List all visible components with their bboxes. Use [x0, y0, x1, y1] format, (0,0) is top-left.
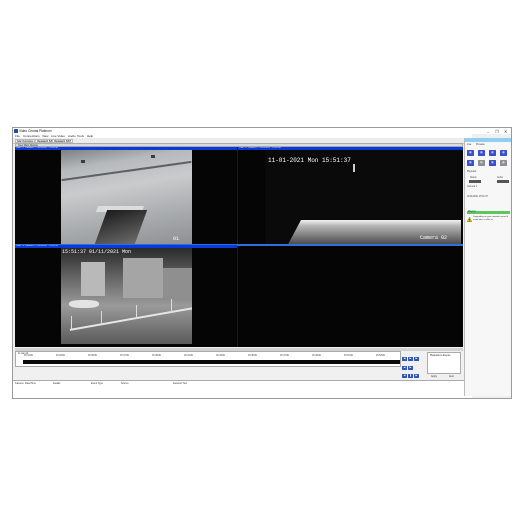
roof-ridge — [61, 160, 192, 182]
timeline-tick: 15:51:00 — [344, 355, 353, 357]
main-window: Video Central Platinum – ❐ ✕ File Connec… — [12, 127, 512, 399]
event-table: Camera Date/Time Details Event Type Sour… — [13, 380, 472, 398]
window-title: Video Central Platinum — [19, 129, 52, 134]
layout-custom-icon[interactable]: ▦ — [467, 160, 474, 166]
roof-vent — [151, 155, 155, 158]
playback-section-label: Playback — [467, 171, 477, 173]
audio-label: Audio — [497, 177, 503, 179]
antenna — [353, 164, 355, 172]
building — [123, 258, 163, 298]
app-logo-icon — [14, 129, 18, 133]
timeline-tick: 15:31:00 — [24, 355, 33, 357]
timeline-tick: 15:49:00 — [312, 355, 321, 357]
column-header[interactable]: Details — [53, 382, 60, 385]
column-header[interactable]: Camera — [15, 382, 24, 385]
playback-date: 11/01/2021 15:51:37 — [467, 196, 488, 198]
playback-to-events-label: Playback to Events — [430, 354, 451, 357]
building — [163, 268, 192, 298]
timeline-track[interactable] — [23, 360, 400, 364]
fence-post — [136, 305, 137, 319]
timeline-tick: 15:47:00 — [280, 355, 289, 357]
camera-2-timestamp: 11-01-2021 Mon 15:51:37 — [268, 157, 351, 164]
camera-3-timestamp: 15:51:37 01/11/2021 Mon — [62, 249, 132, 255]
grid-divider-vertical — [237, 147, 238, 347]
timeline-tick: 15:35:00 — [88, 355, 97, 357]
camera-3-feed[interactable]: 15:51:37 01/11/2021 Mon — [61, 248, 192, 344]
fence-post — [71, 316, 72, 330]
right-panel: Live Preview ▦ ▦ ▦ ▦ ▦ ▦ ▦ ▦ Playback St… — [464, 138, 511, 396]
warning-icon — [467, 217, 472, 222]
rewind-button[interactable]: ◀ — [402, 357, 407, 361]
apply-button[interactable]: Apply — [431, 375, 437, 378]
jump-end-button[interactable]: ▶ — [414, 374, 419, 378]
camera-select[interactable]: Camera 1 — [467, 186, 477, 188]
layout-3x3-icon[interactable]: ▦ — [489, 150, 496, 156]
playback-to-events-box: Playback to Events — [427, 352, 461, 374]
audio-bar[interactable] — [497, 180, 509, 183]
roof-vent — [81, 160, 85, 163]
column-header[interactable]: Event Type — [91, 382, 103, 385]
fence-post — [101, 311, 102, 325]
close-button[interactable]: ✕ — [504, 129, 507, 134]
step-forward-button[interactable]: ▶ — [408, 366, 413, 370]
building — [81, 262, 105, 296]
timeline-tick: 15:45:00 — [248, 355, 257, 357]
fence — [69, 307, 192, 331]
camera-2-feed[interactable]: 11-01-2021 Mon 15:51:37 Camera 02 — [265, 150, 461, 244]
play-button[interactable]: ▶ — [408, 357, 413, 361]
camera-1-label: 01 — [173, 236, 180, 242]
column-header[interactable]: Date/Time — [25, 382, 36, 385]
playing-status-label: Playing — [468, 211, 476, 214]
pause-button[interactable]: ❚ — [408, 374, 413, 378]
maximize-button[interactable]: ❐ — [495, 129, 499, 134]
tab-live[interactable]: Live — [467, 143, 471, 146]
warning-text: Depending on your network speed it could… — [473, 216, 509, 221]
tab-site-overview[interactable]: Site Overview — [15, 138, 35, 143]
auto-button[interactable]: Auto — [449, 375, 454, 378]
layout-option-icon[interactable]: ▦ — [489, 160, 496, 166]
jump-start-button[interactable]: ◀ — [402, 374, 407, 378]
tab-preview[interactable]: Preview — [476, 143, 485, 146]
timeline[interactable]: 11-Jan-21 15:31:00 15:33:00 15:35:00 15:… — [15, 351, 401, 367]
status-label: Status — [470, 177, 477, 179]
layout-option-icon[interactable]: ▦ — [500, 160, 507, 166]
layout-2x2-icon[interactable]: ▦ — [478, 150, 485, 156]
column-header[interactable]: Detector Text — [173, 382, 187, 385]
playing-status: Playing — [467, 211, 510, 214]
timeline-tick: 15:39:00 — [152, 355, 161, 357]
layout-4x4-icon[interactable]: ▦ — [500, 150, 507, 156]
timeline-tick: 15:37:00 — [120, 355, 129, 357]
right-panel-header — [465, 138, 511, 142]
timeline-tick: 15:41:00 — [184, 355, 193, 357]
minimize-button[interactable]: – — [487, 129, 489, 134]
column-header[interactable]: Source — [121, 382, 129, 385]
layout-option-icon[interactable]: ▦ — [478, 160, 485, 166]
camera-1-feed[interactable]: 01 — [61, 150, 192, 244]
step-back-button[interactable]: ◀ — [402, 366, 407, 370]
chimney — [94, 210, 148, 244]
timeline-tick: 15:43:00 — [216, 355, 225, 357]
video-grid: Cam # 1 Camera 1 - 11/01/2021 - 15:51:36… — [15, 147, 463, 347]
forward-button[interactable]: ▶ — [414, 357, 419, 361]
timeline-tick: 15:53:00 — [376, 355, 385, 357]
rooftop-unit — [69, 300, 99, 308]
camera-2-name: Camera 02 — [419, 235, 447, 241]
fence-post — [171, 299, 172, 313]
status-bar — [469, 180, 481, 183]
layout-1x1-icon[interactable]: ▦ — [467, 150, 474, 156]
timeline-tick: 15:33:00 — [56, 355, 65, 357]
tab-viewtech-sat-2[interactable]: Viewtech SAT — [52, 138, 73, 143]
